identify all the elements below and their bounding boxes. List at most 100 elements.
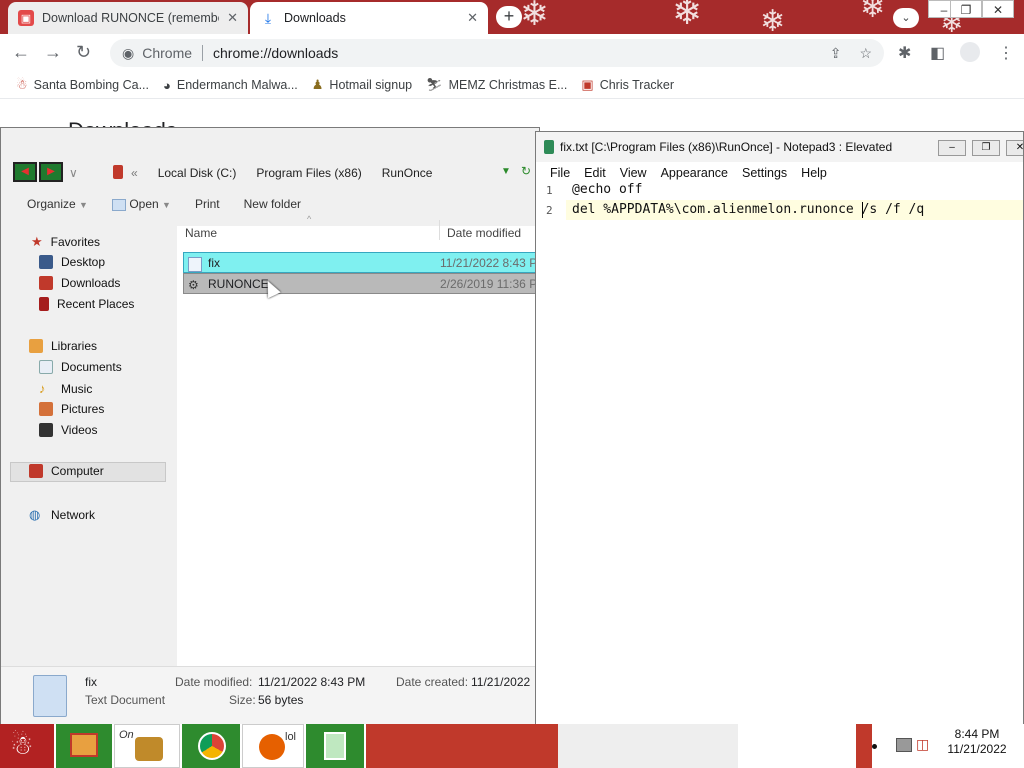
breadcrumb-item[interactable]: Program Files (x86) xyxy=(256,166,361,180)
menu-view[interactable]: View xyxy=(620,166,647,180)
nav-recent-places[interactable]: Recent Places xyxy=(39,297,134,311)
breadcrumb-item[interactable]: Local Disk (C:) xyxy=(158,166,237,180)
tray-dot-icon xyxy=(872,744,877,749)
menu-settings[interactable]: Settings xyxy=(742,166,787,180)
forward-icon[interactable]: → xyxy=(44,42,62,63)
bookmark-label: Santa Bombing Ca... xyxy=(33,78,150,92)
organize-button[interactable]: Organize ▼ xyxy=(27,197,88,211)
recent-places-icon xyxy=(39,297,49,311)
network-icon: ◍ xyxy=(29,507,41,522)
system-clock[interactable]: 8:44 PM 11/21/2022 xyxy=(930,727,1024,757)
star-icon[interactable]: ☆ xyxy=(859,45,872,62)
cat-icon: ◕ xyxy=(163,77,171,93)
restore-button[interactable]: ❐ xyxy=(950,0,982,18)
minimize-button[interactable]: – xyxy=(938,140,966,156)
share-icon[interactable]: ⇪ xyxy=(830,45,842,62)
notepad-icon xyxy=(544,140,554,154)
volume-icon[interactable]: ◫ xyxy=(916,736,929,753)
bookmark-label: MEMZ Christmas E... xyxy=(448,78,568,92)
bookmark-memz[interactable]: ⛷ MEMZ Christmas E... xyxy=(426,77,567,93)
print-button[interactable]: Print xyxy=(195,197,220,211)
side-panel-icon[interactable]: ◧ xyxy=(930,43,945,63)
chrome-tab-strip: ❄ ❄ ❄ ❄ ❄ ▣ Download RUNONCE (remembe ✕ … xyxy=(0,0,1024,34)
nav-computer[interactable]: Computer xyxy=(29,464,104,478)
nav-documents[interactable]: Documents xyxy=(39,360,122,374)
tab-downloads[interactable]: ⤓ Downloads ✕ xyxy=(250,2,488,34)
breadcrumb-item[interactable]: RunOnce xyxy=(382,166,433,180)
menu-appearance[interactable]: Appearance xyxy=(661,166,728,180)
nav-label: Videos xyxy=(61,423,98,437)
new-folder-button[interactable]: New folder xyxy=(244,197,301,211)
nav-network[interactable]: ◍ Network xyxy=(29,507,95,523)
videos-icon xyxy=(39,423,53,437)
notepad-menu-bar: File Edit View Appearance Settings Help xyxy=(536,162,1023,184)
taskbar-chrome[interactable] xyxy=(182,724,240,768)
nav-libraries[interactable]: Libraries xyxy=(29,339,97,353)
menu-kebab-icon[interactable]: ⋮ xyxy=(998,43,1014,63)
chevron-down-icon: ▼ xyxy=(162,200,171,210)
extensions-icon[interactable]: ✱ xyxy=(898,43,911,63)
file-date: 11/21/2022 8:43 P xyxy=(440,255,538,270)
bookmark-hotmail[interactable]: ♟ Hotmail signup xyxy=(312,77,412,93)
dropdown-icon[interactable]: ▼ xyxy=(501,166,511,177)
tab-download-runonce[interactable]: ▣ Download RUNONCE (remembe ✕ xyxy=(8,2,248,34)
gift-icon: ▣ xyxy=(581,77,594,92)
nav-favorites[interactable]: ★ Favorites xyxy=(31,234,100,250)
taskbar: ☃ On lol ◫ 8:44 PM 11/21/2022 xyxy=(0,724,1024,768)
close-icon[interactable]: ✕ xyxy=(467,10,478,26)
clock-time: 8:44 PM xyxy=(954,727,1000,741)
address-bar[interactable]: ◉ Chrome chrome://downloads ⇪ ☆ xyxy=(110,39,884,67)
close-icon[interactable]: ✕ xyxy=(227,10,238,26)
taskbar-empty-area xyxy=(366,724,558,768)
menu-help[interactable]: Help xyxy=(801,166,827,180)
detail-modified-value: 11/21/2022 8:43 PM xyxy=(258,675,366,689)
line-number: 1 xyxy=(546,184,553,197)
folder-icon xyxy=(70,733,98,757)
nav-videos[interactable]: Videos xyxy=(39,423,97,437)
partial-label: On xyxy=(119,729,134,741)
nav-downloads[interactable]: Downloads xyxy=(39,276,120,290)
nav-label: Downloads xyxy=(61,276,121,290)
close-button[interactable]: ✕ xyxy=(1006,140,1023,156)
file-name-text: fix xyxy=(208,255,220,270)
bookmark-endermanch[interactable]: ◕ Endermanch Malwa... xyxy=(163,78,298,93)
chevron-down-icon[interactable]: ⌄ xyxy=(893,8,919,28)
chevron-down-icon[interactable]: ∨ xyxy=(69,166,78,180)
forward-button[interactable]: ▶ xyxy=(39,162,63,182)
new-tab-button[interactable]: + xyxy=(496,6,522,28)
file-name: fix xyxy=(184,255,440,272)
start-button[interactable]: ☃ xyxy=(0,724,54,768)
nav-label: Network xyxy=(51,508,96,522)
folder-red-icon: ▣ xyxy=(18,10,34,26)
menu-edit[interactable]: Edit xyxy=(584,166,606,180)
taskbar-firefox[interactable]: lol xyxy=(242,724,304,768)
bookmark-santa[interactable]: ☃ Santa Bombing Ca... xyxy=(16,77,149,93)
open-button[interactable]: Open ▼ xyxy=(111,197,171,211)
bookmark-label: Hotmail signup xyxy=(329,78,413,92)
menu-file[interactable]: File xyxy=(550,166,570,180)
reload-icon[interactable]: ↻ xyxy=(76,42,91,63)
file-row-runonce[interactable]: ⚙ RUNONCE 2/26/2019 11:36 P xyxy=(183,273,539,294)
back-button[interactable]: ◀ xyxy=(13,162,37,182)
code-line[interactable]: @echo off xyxy=(572,182,642,197)
nav-pictures[interactable]: Pictures xyxy=(39,402,104,416)
nav-music[interactable]: ♪ Music xyxy=(39,381,92,396)
bookmark-chris-tracker[interactable]: ▣ Chris Tracker xyxy=(581,77,674,93)
back-icon[interactable]: ← xyxy=(12,42,30,63)
code-line[interactable]: del %APPDATA%\com.alienmelon.runonce /s … xyxy=(572,202,924,217)
file-row-fix[interactable]: fix 11/21/2022 8:43 P xyxy=(183,252,539,273)
column-date-modified[interactable]: Date modified xyxy=(447,226,521,240)
close-window-button[interactable]: ✕ xyxy=(982,0,1014,18)
column-name[interactable]: Name xyxy=(185,226,217,240)
refresh-icon[interactable]: ↻ xyxy=(521,164,531,178)
maximize-button[interactable]: ❐ xyxy=(972,140,1000,156)
nav-desktop[interactable]: Desktop xyxy=(39,255,105,269)
taskbar-notepad3[interactable] xyxy=(306,724,364,768)
column-divider[interactable] xyxy=(439,220,440,240)
network-tray-icon[interactable] xyxy=(896,738,912,752)
detail-created-value: 11/21/2022 xyxy=(471,675,531,689)
nav-label: Computer xyxy=(51,464,104,478)
taskbar-explorer[interactable] xyxy=(56,724,112,768)
taskbar-media[interactable]: On xyxy=(114,724,180,768)
profile-avatar-icon[interactable] xyxy=(960,42,980,62)
